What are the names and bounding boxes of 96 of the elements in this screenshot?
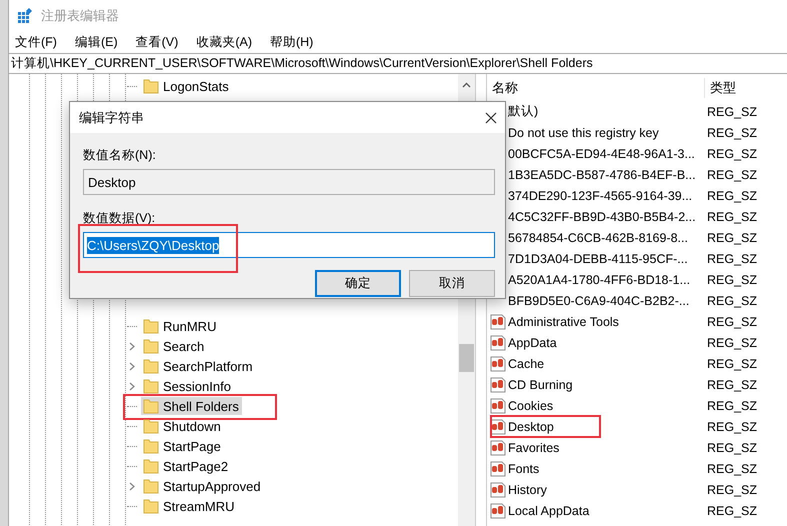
expand-chevron-icon[interactable]: [129, 362, 135, 370]
tree-node[interactable]: Shell Folders: [141, 397, 242, 415]
column-header[interactable]: 名称: [487, 78, 705, 98]
value-name[interactable]: 1B3EA5DC-B587-4786-B4EF-B...: [508, 168, 696, 182]
folder-icon: [143, 378, 159, 394]
tree-node[interactable]: StartPage2: [141, 457, 232, 475]
expand-chevron-icon[interactable]: [129, 482, 135, 490]
value-type: REG_SZ: [706, 188, 758, 202]
tree-node[interactable]: StartPage: [141, 437, 224, 455]
tree-node[interactable]: StartupApproved: [141, 477, 264, 495]
string-value-icon: [490, 376, 506, 392]
value-data-field[interactable]: C:\Users\ZQY\Desktop: [83, 232, 495, 258]
value-type: REG_SZ: [706, 420, 758, 434]
value-name[interactable]: 7D1D3A04-DEBB-4115-95CF-...: [508, 252, 688, 266]
string-value-icon: [490, 418, 506, 434]
folder-icon: [143, 418, 159, 434]
folder-icon: [143, 498, 159, 514]
value-name[interactable]: Do not use this registry key: [508, 126, 659, 140]
close-icon[interactable]: [485, 112, 497, 124]
value-name[interactable]: 默认): [508, 103, 538, 120]
tree-node[interactable]: StreamMRU: [141, 497, 238, 515]
scroll-up-icon[interactable]: [462, 82, 471, 88]
folder-icon: [143, 318, 159, 334]
menu-item[interactable]: 帮助(H): [268, 33, 316, 52]
menu-item[interactable]: 编辑(E): [72, 33, 120, 52]
value-name[interactable]: AppData: [508, 336, 557, 350]
value-type: REG_SZ: [706, 272, 758, 286]
value-type: REG_SZ: [706, 168, 758, 182]
value-type: REG_SZ: [706, 210, 758, 224]
value-type: REG_SZ: [706, 356, 758, 370]
folder-icon: [143, 358, 159, 374]
value-name[interactable]: Desktop: [508, 420, 554, 434]
expand-chevron-icon[interactable]: [129, 382, 135, 390]
value-name[interactable]: CD Burning: [508, 378, 573, 392]
menu-item[interactable]: 文件(F): [13, 33, 59, 52]
value-name[interactable]: Cache: [508, 356, 544, 370]
value-type: REG_SZ: [706, 252, 758, 266]
value-type: REG_SZ: [706, 336, 758, 350]
value-name[interactable]: 4C5C32FF-BB9D-43B0-B5B4-2...: [508, 210, 696, 224]
folder-icon: [143, 338, 159, 354]
registry-icon: [17, 8, 33, 24]
tree-node[interactable]: Shutdown: [141, 417, 224, 435]
tree-node[interactable]: LogonStats: [141, 77, 232, 95]
dialog-button[interactable]: 确定: [315, 270, 401, 297]
value-name[interactable]: A520A1A4-1780-4FF6-BD18-1...: [508, 272, 690, 286]
tree-node[interactable]: Search: [141, 337, 208, 355]
value-type: REG_SZ: [706, 504, 758, 518]
folder-icon: [143, 398, 159, 414]
value-name[interactable]: Favorites: [508, 440, 560, 454]
folder-icon: [143, 438, 159, 454]
string-value-icon: [490, 460, 506, 476]
value-name[interactable]: Administrative Tools: [508, 314, 619, 328]
tree-node[interactable]: RunMRU: [141, 317, 220, 335]
dialog-title: 编辑字符串: [79, 108, 144, 126]
value-type: REG_SZ: [706, 146, 758, 160]
address-bar[interactable]: 计算机\HKEY_CURRENT_USER\SOFTWARE\Microsoft\Windows\CurrentVersion\Explorer\Shell Folders: [9, 53, 787, 74]
value-type: REG_SZ: [706, 398, 758, 412]
value-name[interactable]: Local AppData: [508, 504, 590, 518]
field-label: 数值数据(V):: [83, 210, 156, 226]
value-type: REG_SZ: [706, 314, 758, 328]
value-name[interactable]: Fonts: [508, 462, 540, 476]
expand-chevron-icon[interactable]: [129, 342, 135, 350]
value-name[interactable]: Cookies: [508, 398, 554, 412]
folder-icon: [143, 458, 159, 474]
value-name[interactable]: 374DE290-123F-4565-9164-39...: [508, 188, 692, 202]
value-name[interactable]: 00BCFC5A-ED94-4E48-96A1-3...: [508, 146, 695, 160]
tree-node[interactable]: SearchPlatform: [141, 357, 256, 375]
value-type: REG_SZ: [706, 462, 758, 476]
value-type: REG_SZ: [706, 294, 758, 308]
tree-node[interactable]: SessionInfo: [141, 377, 234, 395]
menu-item[interactable]: 查看(V): [134, 33, 180, 52]
string-value-icon: [490, 334, 506, 350]
value-type: REG_SZ: [706, 126, 758, 140]
string-value-icon: [490, 440, 506, 456]
value-type: REG_SZ: [706, 482, 758, 496]
field-label: 数值名称(N):: [83, 147, 157, 163]
menu-item[interactable]: 收藏夹(A): [194, 33, 254, 52]
string-value-icon: [490, 482, 506, 498]
value-name-field[interactable]: Desktop: [83, 169, 495, 195]
value-name[interactable]: 56784854-C6CB-462B-8169-8...: [508, 230, 688, 244]
value-type: REG_SZ: [706, 230, 758, 244]
folder-icon: [143, 478, 159, 494]
value-type: REG_SZ: [706, 440, 758, 454]
string-value-icon: [490, 502, 506, 518]
folder-icon: [143, 78, 159, 94]
string-value-icon: [490, 314, 506, 330]
window-title: 注册表编辑器: [41, 7, 119, 25]
scrollbar-thumb[interactable]: [459, 344, 474, 372]
column-header[interactable]: 类型: [705, 78, 736, 98]
value-type: REG_SZ: [706, 104, 758, 118]
string-value-icon: [490, 398, 506, 414]
value-name[interactable]: History: [508, 482, 547, 496]
string-value-icon: [490, 356, 506, 372]
value-name[interactable]: BFB9D5E0-C6A9-404C-B2B2-...: [508, 294, 690, 308]
value-type: REG_SZ: [706, 378, 758, 392]
dialog-button[interactable]: 取消: [409, 270, 495, 297]
